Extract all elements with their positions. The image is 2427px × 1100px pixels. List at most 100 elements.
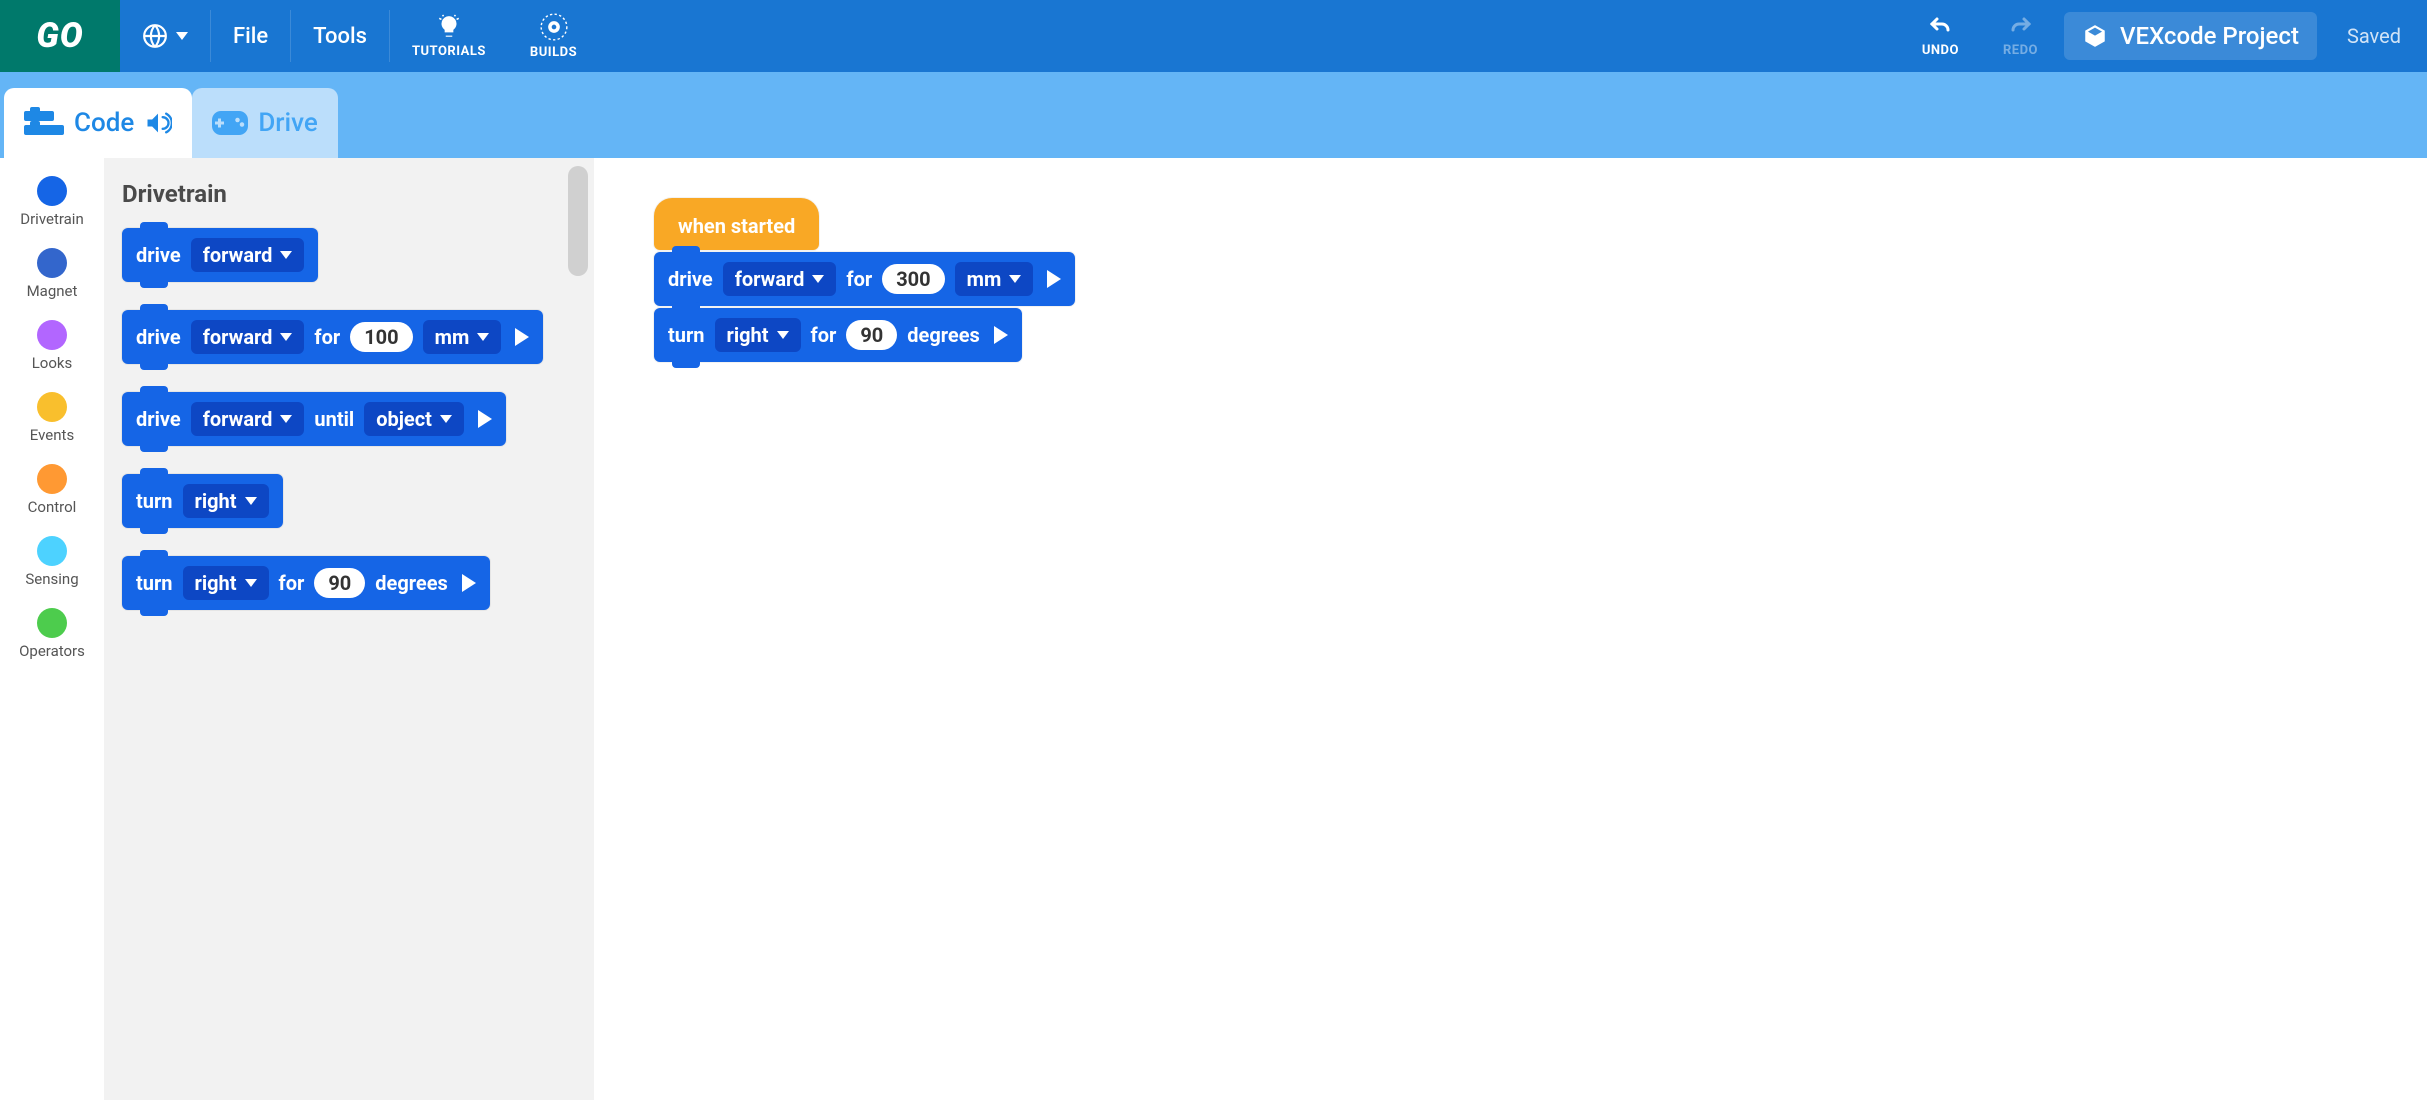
file-menu-label: File [233,24,268,49]
main-area: Drivetrain Magnet Looks Events Control S… [0,158,2427,1100]
play-icon [478,410,492,428]
cat-dot [37,392,67,422]
chevron-down-icon [812,275,824,283]
unit-dropdown[interactable]: mm [423,320,502,354]
cat-sensing[interactable]: Sensing [0,528,104,596]
play-icon [1047,270,1061,288]
undo-icon [1925,15,1955,39]
cat-drivetrain[interactable]: Drivetrain [0,168,104,236]
chevron-down-icon [280,251,292,259]
direction-dropdown[interactable]: forward [191,238,305,272]
cat-label: Sensing [25,570,78,588]
block-text: drive [668,267,713,291]
direction-dropdown[interactable]: forward [191,402,305,436]
tab-code-label: Code [74,108,134,138]
cat-label: Looks [32,354,73,372]
play-icon [994,326,1008,344]
chevron-down-icon [477,333,489,341]
project-name-text: VEXcode Project [2120,22,2299,50]
lightbulb-icon [436,14,462,40]
cat-operators[interactable]: Operators [0,600,104,668]
tab-code[interactable]: Code [4,88,192,158]
redo-icon [2006,15,2036,39]
save-status-text: Saved [2347,24,2401,48]
mode-tabstrip: Code Drive [0,72,2427,158]
script-block-turn-for[interactable]: turn right for 90 degrees [654,308,1022,362]
tutorials-label: TUTORIALS [412,44,486,59]
save-status: Saved [2321,0,2427,72]
block-text: for [846,267,872,291]
angle-input[interactable]: 90 [846,320,897,350]
block-text: turn [668,323,705,347]
cat-label: Control [28,498,77,516]
script-canvas[interactable]: when started drive forward for 300 mm tu… [594,158,2427,1100]
project-name-box[interactable]: VEXcode Project [2064,12,2317,60]
palette-block-turn-for[interactable]: turn right for 90 degrees [122,556,490,610]
cat-looks[interactable]: Looks [0,312,104,380]
spacer [599,0,1900,72]
app-logo: GO [0,0,120,72]
chevron-down-icon [176,32,188,40]
palette-block-drive-until[interactable]: drive forward until object [122,392,506,446]
cat-magnet[interactable]: Magnet [0,240,104,308]
cat-label: Magnet [27,282,78,300]
play-icon [515,328,529,346]
block-text: degrees [375,571,448,595]
cat-dot [37,248,67,278]
undo-label: UNDO [1922,43,1959,58]
block-text: turn [136,571,173,595]
block-text: turn [136,489,173,513]
cat-control[interactable]: Control [0,456,104,524]
cat-dot [37,176,67,206]
gear-badge-icon [540,13,568,41]
language-menu[interactable] [120,0,210,72]
angle-input[interactable]: 90 [314,568,365,598]
palette-block-turn[interactable]: turn right [122,474,283,528]
blocks-icon [24,107,64,139]
direction-dropdown[interactable]: right [183,484,269,518]
chevron-down-icon [245,497,257,505]
block-text: drive [136,243,181,267]
distance-input[interactable]: 100 [350,322,412,352]
file-menu[interactable]: File [211,0,290,72]
palette-block-drive-for[interactable]: drive forward for 100 mm [122,310,543,364]
tab-drive[interactable]: Drive [192,88,337,158]
cat-label: Drivetrain [20,210,84,228]
builds-button[interactable]: BUILDS [508,0,599,72]
tools-menu[interactable]: Tools [291,0,389,72]
cat-label: Events [30,426,74,444]
block-text: for [314,325,340,349]
category-sidebar: Drivetrain Magnet Looks Events Control S… [0,158,104,1100]
object-dropdown[interactable]: object [364,402,464,436]
gamepad-icon [212,109,248,137]
hat-when-started[interactable]: when started [654,198,819,250]
redo-button: REDO [1981,0,2060,72]
cube-icon [2082,23,2108,49]
direction-dropdown[interactable]: right [715,318,801,352]
chevron-down-icon [245,579,257,587]
direction-dropdown[interactable]: forward [723,262,837,296]
block-text: until [314,407,354,431]
direction-dropdown[interactable]: right [183,566,269,600]
hat-label: when started [678,214,795,238]
chevron-down-icon [280,415,292,423]
palette-block-drive[interactable]: drive forward [122,228,318,282]
script-stack[interactable]: when started drive forward for 300 mm tu… [654,198,2367,364]
unit-dropdown[interactable]: mm [955,262,1034,296]
direction-dropdown[interactable]: forward [191,320,305,354]
cat-dot [37,320,67,350]
tools-menu-label: Tools [313,24,367,49]
tutorials-button[interactable]: TUTORIALS [390,0,508,72]
chevron-down-icon [280,333,292,341]
block-text: drive [136,407,181,431]
block-palette: Drivetrain drive forward drive forward f… [104,158,594,1100]
undo-button[interactable]: UNDO [1900,0,1981,72]
script-block-drive-for[interactable]: drive forward for 300 mm [654,252,1075,306]
top-toolbar: GO File Tools TUTORIALS BUILDS UNDO REDO… [0,0,2427,72]
palette-scrollbar[interactable] [568,166,588,276]
cat-label: Operators [19,642,85,660]
tab-drive-label: Drive [258,108,317,138]
cat-dot [37,608,67,638]
distance-input[interactable]: 300 [882,264,944,294]
cat-events[interactable]: Events [0,384,104,452]
